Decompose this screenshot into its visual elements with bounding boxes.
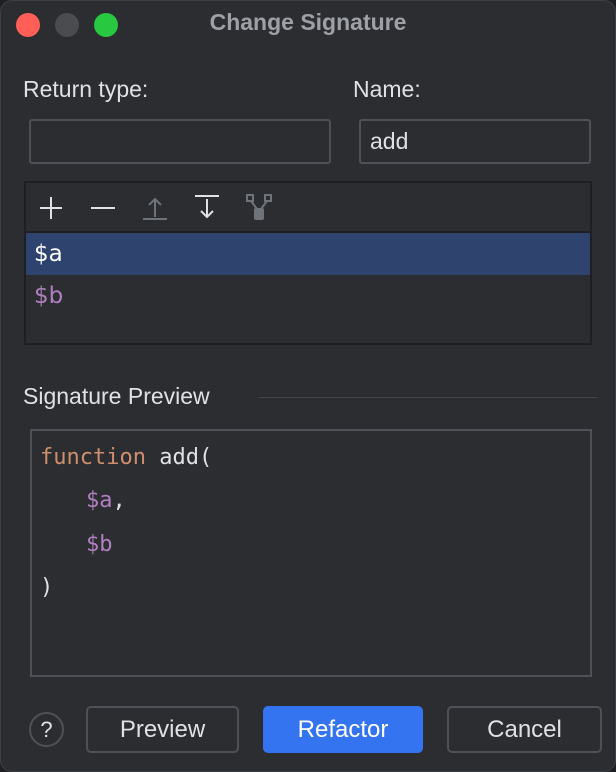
close-paren: ) <box>40 575 54 600</box>
move-down-icon[interactable] <box>192 193 222 223</box>
keyword-function: function <box>40 445 146 470</box>
section-divider <box>259 397 597 398</box>
help-button[interactable]: ? <box>29 712 64 747</box>
parameter-row[interactable]: $b <box>26 275 590 317</box>
param-a: $a <box>86 488 113 513</box>
param-b: $b <box>86 532 113 557</box>
signature-preview-panel: function add( $a, $b ) <box>30 429 592 677</box>
move-up-icon[interactable] <box>140 193 170 223</box>
propagate-icon[interactable] <box>244 193 274 223</box>
change-signature-dialog: Change Signature Return type: Name: $a $… <box>0 0 616 772</box>
name-input[interactable] <box>359 119 591 164</box>
remove-icon[interactable] <box>88 193 118 223</box>
dialog-title: Change Signature <box>209 9 407 35</box>
return-type-input[interactable] <box>29 119 331 164</box>
cancel-button[interactable]: Cancel <box>447 706 602 753</box>
preview-button[interactable]: Preview <box>86 706 239 753</box>
add-icon[interactable] <box>36 193 66 223</box>
signature-preview-label: Signature Preview <box>23 383 210 409</box>
parameters-toolbar <box>26 183 590 233</box>
parameter-row[interactable]: $a <box>26 233 590 275</box>
parameters-table: $a $b <box>24 181 592 345</box>
comma: , <box>112 488 126 513</box>
refactor-button[interactable]: Refactor <box>263 706 423 753</box>
name-label: Name: <box>353 76 421 102</box>
return-type-label: Return type: <box>23 76 149 102</box>
function-name: add( <box>145 445 213 470</box>
